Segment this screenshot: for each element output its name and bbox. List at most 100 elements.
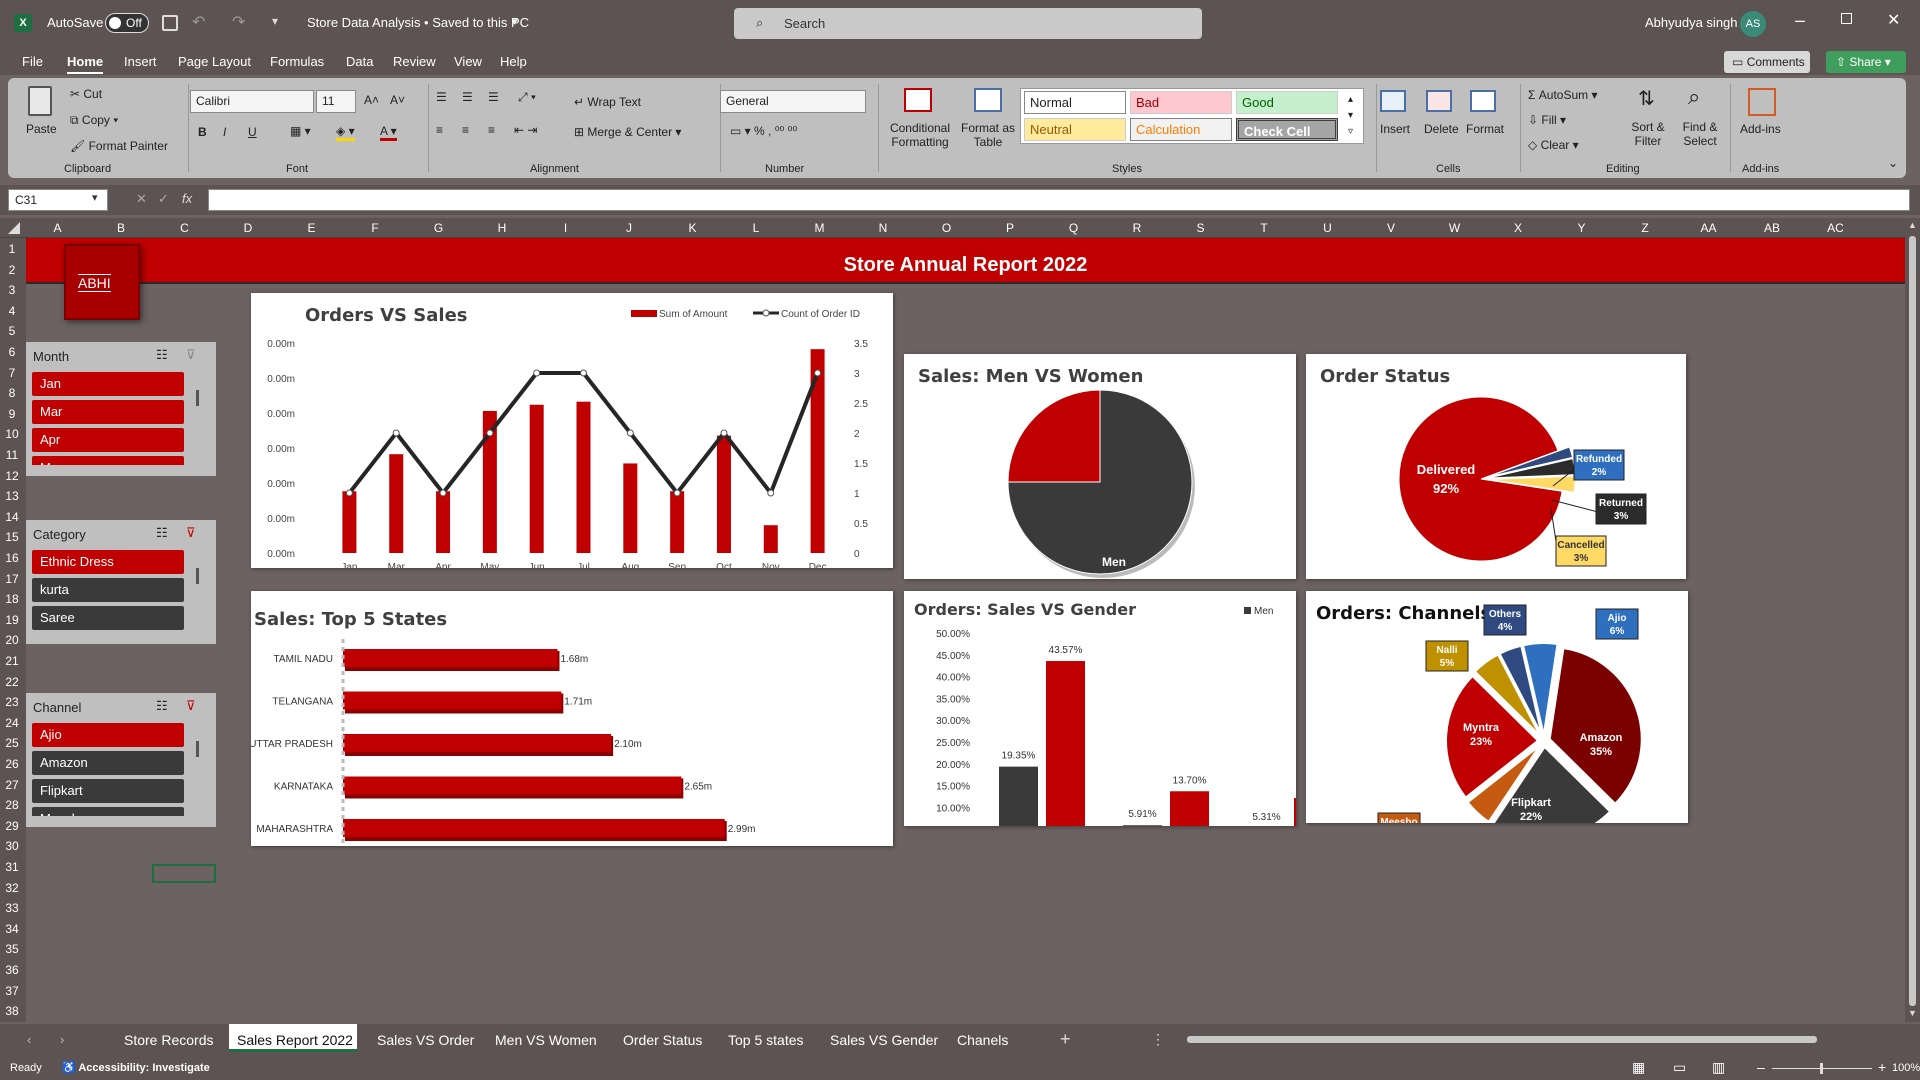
align-right-icon[interactable]: ≡ <box>488 123 495 137</box>
indent-icon[interactable]: ⇤ ⇥ <box>514 123 537 137</box>
chart-order-status[interactable]: Order Status Delivered 92% Refunded 2% Retur… <box>1306 354 1686 579</box>
column-header[interactable]: X <box>1487 221 1550 235</box>
insert-cells-button[interactable]: Insert <box>1380 122 1410 136</box>
shrink-font-icon[interactable]: A˅ <box>390 93 405 107</box>
font-size-select[interactable]: 11 <box>316 90 356 113</box>
column-header[interactable]: L <box>725 221 788 235</box>
column-header[interactable]: I <box>534 221 597 235</box>
row-header[interactable]: 15 <box>0 530 24 544</box>
column-header[interactable]: P <box>979 221 1042 235</box>
menu-view[interactable]: View <box>454 54 482 69</box>
row-header[interactable]: 18 <box>0 592 24 606</box>
autosave-toggle[interactable]: Off <box>105 13 149 33</box>
align-top-icon[interactable]: ☰ <box>436 90 447 104</box>
autosum-button[interactable]: Σ AutoSum ▾ <box>1528 88 1597 102</box>
column-header[interactable]: W <box>1423 221 1486 235</box>
tab-prev-icon[interactable]: ‹ <box>27 1032 31 1047</box>
tab-next-icon[interactable]: › <box>60 1032 64 1047</box>
delete-cells-button[interactable]: Delete <box>1424 122 1459 136</box>
style-calculation[interactable]: Calculation <box>1130 118 1232 141</box>
column-header[interactable]: F <box>344 221 407 235</box>
fill-button[interactable]: ⇩ Fill ▾ <box>1528 113 1566 127</box>
tab-top-5-states[interactable]: Top 5 states <box>728 1032 804 1048</box>
slicer-item[interactable]: Ethnic Dress <box>32 550 184 574</box>
row-header[interactable]: 38 <box>0 1004 24 1018</box>
customize-icon[interactable]: ▾ <box>272 14 278 28</box>
page-break-icon[interactable]: ▥ <box>1712 1059 1725 1076</box>
menu-help[interactable]: Help <box>500 54 527 69</box>
column-header[interactable]: D <box>217 221 280 235</box>
zoom-out-icon[interactable]: – <box>1757 1059 1765 1075</box>
collapse-ribbon-icon[interactable]: ⌄ <box>1888 156 1898 170</box>
menu-review[interactable]: Review <box>393 54 436 69</box>
zoom-slider-thumb[interactable] <box>1820 1063 1823 1074</box>
accessibility-status[interactable]: ♿ Accessibility: Investigate <box>62 1061 210 1074</box>
paste-icon[interactable] <box>28 86 52 116</box>
row-header[interactable]: 20 <box>0 633 24 647</box>
row-header[interactable]: 26 <box>0 757 24 771</box>
format-painter-button[interactable]: 🖌 Format Painter <box>70 139 168 153</box>
vertical-scrollbar[interactable]: ▲ ▼ <box>1905 218 1920 1022</box>
row-header[interactable]: 7 <box>0 366 24 380</box>
find-select-button[interactable]: Find & Select <box>1674 120 1726 148</box>
row-header[interactable]: 1 <box>0 242 24 256</box>
clear-filter-icon[interactable]: ⊽ <box>186 525 196 541</box>
conditional-formatting-button[interactable]: Conditional Formatting <box>888 121 952 149</box>
slicer-scrollbar[interactable] <box>196 568 199 584</box>
column-header[interactable]: M <box>788 221 851 235</box>
row-header[interactable]: 28 <box>0 798 24 812</box>
wrap-text-button[interactable]: ↵ Wrap Text <box>574 95 641 109</box>
copy-button[interactable]: ⧉ Copy ▾ <box>70 113 118 128</box>
chart-channels[interactable]: Orders: Channels Amazon 35% Flipkart 22% Myn… <box>1306 591 1688 823</box>
row-header[interactable]: 14 <box>0 510 24 524</box>
column-header[interactable]: B <box>90 221 153 235</box>
menu-home[interactable]: Home <box>67 54 104 74</box>
slicer-item[interactable]: kurta <box>32 578 184 602</box>
font-name-select[interactable]: Calibri <box>190 90 314 113</box>
row-header[interactable]: 27 <box>0 778 24 792</box>
document-title[interactable]: Store Data Analysis • Saved to this PC <box>307 15 529 30</box>
menu-data[interactable]: Data <box>346 54 373 69</box>
gallery-scroll-icon[interactable]: ▴ ▾ ▿ <box>1348 92 1353 140</box>
tab-store-records[interactable]: Store Records <box>124 1032 213 1048</box>
scroll-down-icon[interactable]: ▼ <box>1908 1008 1917 1018</box>
add-sheet-icon[interactable]: + <box>1060 1029 1071 1050</box>
row-header[interactable]: 32 <box>0 881 24 895</box>
grow-font-icon[interactable]: A˄ <box>364 93 379 107</box>
user-name[interactable]: Abhyudya singh <box>1645 15 1738 30</box>
enter-icon[interactable]: ✓ <box>158 191 169 207</box>
slicer-item[interactable]: Flipkart <box>32 779 184 803</box>
row-header[interactable]: 31 <box>0 860 24 874</box>
insert-function-icon[interactable]: fx <box>182 191 192 206</box>
italic-button[interactable]: I <box>223 125 226 139</box>
slicer-scrollbar[interactable] <box>196 390 199 406</box>
menu-file[interactable]: File <box>22 54 43 69</box>
row-header[interactable]: 12 <box>0 469 24 483</box>
column-header[interactable]: Z <box>1614 221 1677 235</box>
row-header[interactable]: 13 <box>0 489 24 503</box>
row-header[interactable]: 36 <box>0 963 24 977</box>
row-header[interactable]: 23 <box>0 695 24 709</box>
row-header[interactable]: 34 <box>0 922 24 936</box>
multi-select-icon[interactable]: ☷ <box>156 698 168 714</box>
slicer-item[interactable]: Meesho <box>32 807 184 816</box>
row-header[interactable]: 30 <box>0 839 24 853</box>
search-input[interactable]: ⌕ Search <box>734 8 1202 39</box>
row-header[interactable]: 11 <box>0 448 24 462</box>
row-header[interactable]: 33 <box>0 901 24 915</box>
zoom-level[interactable]: 100% <box>1892 1062 1920 1074</box>
column-header[interactable]: V <box>1360 221 1423 235</box>
underline-button[interactable]: U <box>248 125 257 139</box>
chart-orders-vs-sales[interactable]: Orders VS Sales 0.00m 0.00m 0.00m 0.00m 0.00… <box>251 293 893 568</box>
slicer-item[interactable]: Mar <box>32 400 184 424</box>
restore-icon[interactable] <box>1841 13 1852 24</box>
row-header[interactable]: 35 <box>0 942 24 956</box>
normal-view-icon[interactable]: ▦ <box>1632 1059 1645 1076</box>
share-button[interactable]: ⇧ Share ▾ <box>1826 51 1906 73</box>
align-left-icon[interactable]: ≡ <box>436 123 443 137</box>
name-box-dropdown-icon[interactable]: ▾ <box>92 191 98 204</box>
more-options-icon[interactable]: ⋮ <box>1151 1031 1165 1048</box>
clear-button[interactable]: ◇ Clear ▾ <box>1528 138 1579 152</box>
format-cells-button[interactable]: Format <box>1466 122 1504 136</box>
paste-button[interactable]: Paste <box>26 122 57 136</box>
